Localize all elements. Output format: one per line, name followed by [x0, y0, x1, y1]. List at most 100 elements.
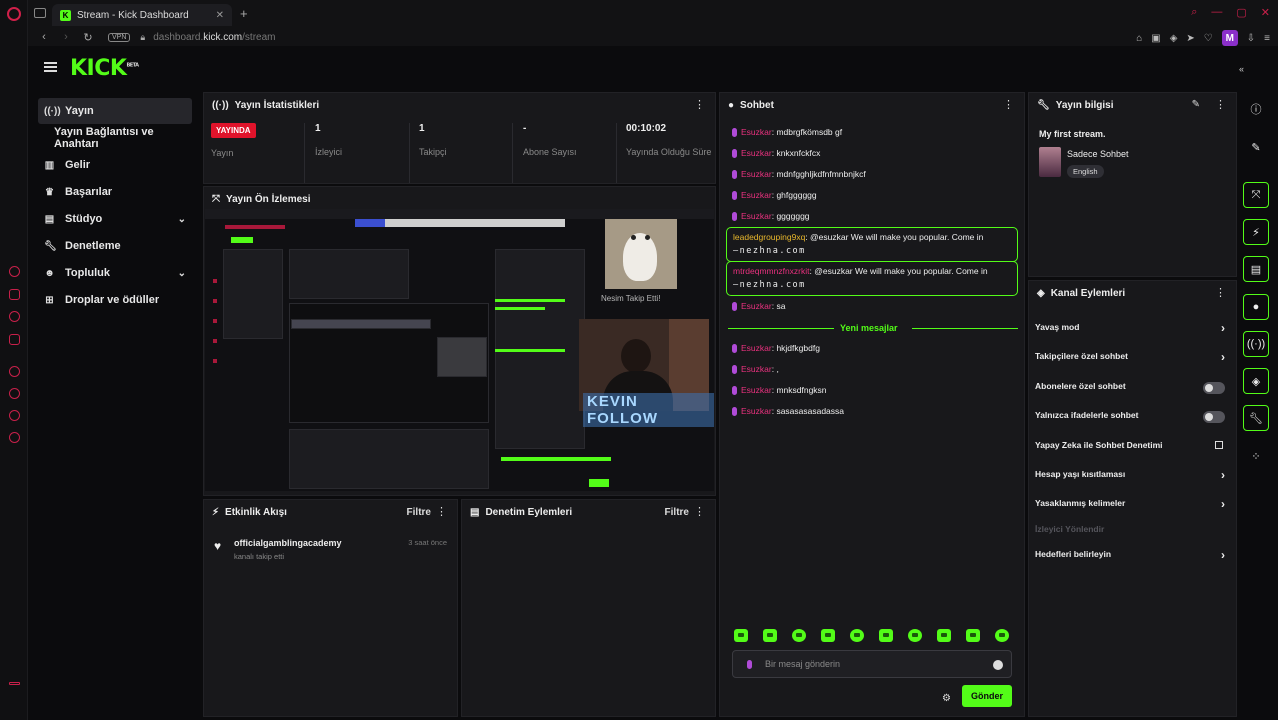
lock-icon[interactable]: 🔒︎ [140, 32, 145, 43]
stats-toggle-icon[interactable]: ((·)) [1243, 331, 1269, 357]
send-icon[interactable]: ➤ [1186, 33, 1194, 44]
url-field[interactable]: dashboard.kick.com/stream [153, 32, 275, 43]
history-icon[interactable] [9, 366, 20, 377]
emote-icon[interactable] [908, 629, 922, 642]
back-icon[interactable]: ‹ [38, 31, 50, 43]
menu-icon[interactable]: ≡ [1264, 33, 1270, 44]
hamburger-menu-icon[interactable] [44, 62, 57, 72]
chat-settings-icon[interactable]: ⚙ [942, 693, 951, 704]
filter-button[interactable]: Filtre [407, 507, 431, 518]
clock-icon[interactable] [9, 388, 20, 399]
more-options-icon[interactable]: ⋮ [694, 505, 705, 518]
edit-icon[interactable]: ✎ [1192, 99, 1200, 110]
emote-icon[interactable] [879, 629, 893, 642]
close-window-icon[interactable]: ✕ [1261, 6, 1270, 19]
chat-username[interactable]: Esuzkar [741, 169, 772, 179]
chat-toggle-icon[interactable]: ● [1243, 294, 1269, 320]
chat-username[interactable]: Esuzkar [741, 385, 772, 395]
minimize-icon[interactable]: — [1211, 6, 1222, 19]
shield-icon[interactable]: ◈ [1170, 33, 1178, 44]
chat-username[interactable]: Esuzkar [741, 301, 772, 311]
action-ai-moderation[interactable]: Yapay Zeka ile Sohbet Denetimi [1035, 440, 1225, 454]
heart-icon[interactable]: ♡ [1204, 33, 1213, 44]
emote-icon[interactable] [937, 629, 951, 642]
action-set-goals[interactable]: Hedefleri belirleyin › [1035, 549, 1225, 563]
sidebar-item-topluluk[interactable]: ☻ Topluluk ⌄ [38, 260, 192, 286]
chat-link[interactable]: —nezhna.com [733, 246, 806, 256]
chat-username[interactable]: Esuzkar [741, 343, 772, 353]
emote-icon[interactable] [734, 629, 748, 642]
chat-username[interactable]: Esuzkar [741, 406, 772, 416]
settings-icon[interactable] [9, 432, 20, 443]
more-icon[interactable] [9, 682, 20, 685]
preview-toggle-icon[interactable]: ⤧ [1243, 182, 1269, 208]
sidebar-item-yayin[interactable]: ((·)) Yayın [38, 98, 192, 124]
feed-user[interactable]: officialgamblingacademy [234, 538, 342, 548]
sidebar-item-basarilar[interactable]: ♛ Başarılar [38, 179, 192, 205]
opera-logo-icon[interactable] [7, 7, 21, 21]
chat-link[interactable]: —nezhna.com [733, 280, 806, 290]
actions-toggle-icon[interactable]: ◈ [1243, 368, 1269, 394]
kick-logo[interactable]: KICKBETA [70, 56, 139, 81]
reload-icon[interactable]: ↻ [82, 31, 94, 44]
pin-icon[interactable]: ⌂ [1136, 33, 1142, 44]
whatsapp-icon[interactable] [9, 311, 20, 322]
subscribers-only-toggle[interactable] [1203, 382, 1225, 394]
filter-button[interactable]: Filtre [665, 507, 689, 518]
sidebar-item-stream-key[interactable]: Yayın Bağlantısı ve Anahtarı [38, 125, 192, 151]
more-options-icon[interactable]: ⋮ [436, 505, 447, 518]
collapse-icon[interactable]: « [1239, 64, 1244, 74]
add-widget-icon[interactable]: ⁘ [1243, 443, 1269, 469]
more-options-icon[interactable]: ⋮ [1215, 98, 1226, 111]
search-tabs-icon[interactable]: ⌕ [1191, 6, 1197, 19]
instagram-icon[interactable] [9, 289, 20, 300]
new-tab-button[interactable]: + [240, 6, 248, 21]
chat-username[interactable]: Esuzkar [741, 190, 772, 200]
emotes-only-toggle[interactable] [1203, 411, 1225, 423]
stream-preview-video[interactable]: Nesim Takip Etti! KEVIN FOLLOW [205, 209, 714, 491]
bookmarks-icon[interactable] [9, 410, 20, 421]
emoji-icon[interactable] [993, 660, 1003, 670]
emote-icon[interactable] [821, 629, 835, 642]
emote-icon[interactable] [995, 629, 1009, 642]
messenger-icon[interactable] [9, 266, 20, 277]
more-options-icon[interactable]: ⋮ [1003, 98, 1014, 111]
sidebar-item-denetleme[interactable]: 🔧︎ Denetleme [38, 233, 192, 259]
forward-icon[interactable]: › [60, 31, 72, 43]
action-banned-words[interactable]: Yasaklanmış kelimeler › [1035, 498, 1225, 512]
profile-avatar[interactable]: M [1221, 30, 1238, 46]
download-icon[interactable]: ⇩ [1247, 33, 1255, 44]
pencil-icon[interactable]: ✎ [1243, 134, 1269, 160]
tab-kick-dashboard[interactable]: K Stream - Kick Dashboard ✕ [52, 4, 232, 26]
close-tab-icon[interactable]: ✕ [216, 10, 224, 21]
chat-input[interactable]: Bir mesaj gönderin [732, 650, 1012, 678]
emote-icon[interactable] [966, 629, 980, 642]
chat-username[interactable]: Esuzkar [741, 364, 772, 374]
emote-icon[interactable] [792, 629, 806, 642]
snapshot-icon[interactable]: ▣ [1151, 33, 1160, 44]
moderation-toggle-icon[interactable]: ▤ [1243, 256, 1269, 282]
info-toggle-icon[interactable]: 🔧︎ [1243, 405, 1269, 431]
chat-username[interactable]: Esuzkar [741, 127, 772, 137]
action-followers-only[interactable]: Takipçilere özel sohbet › [1035, 351, 1225, 365]
emote-icon[interactable] [850, 629, 864, 642]
sidebar-item-gelir[interactable]: ▥ Gelir [38, 152, 192, 178]
music-icon[interactable] [9, 334, 20, 345]
chat-username[interactable]: Esuzkar [741, 211, 772, 221]
vpn-badge[interactable]: VPN [108, 32, 131, 42]
more-options-icon[interactable]: ⋮ [694, 98, 705, 111]
sidebar-item-studyo[interactable]: ▤ Stüdyo ⌄ [38, 206, 192, 232]
chat-username[interactable]: leadedgrouping9xq [733, 232, 805, 242]
chat-username[interactable]: Esuzkar [741, 148, 772, 158]
maximize-icon[interactable]: ▢ [1236, 6, 1246, 19]
stream-category[interactable]: Sadece Sohbet [1067, 149, 1129, 159]
more-options-icon[interactable]: ⋮ [1215, 286, 1226, 299]
activity-toggle-icon[interactable]: ⚡︎ [1243, 219, 1269, 245]
emote-icon[interactable] [763, 629, 777, 642]
action-account-age[interactable]: Hesap yaşı kısıtlaması › [1035, 469, 1225, 483]
send-button[interactable]: Gönder [962, 685, 1012, 707]
chat-username[interactable]: mtrdeqmmnzfnxzrkit [733, 266, 810, 276]
action-slow-mode[interactable]: Yavaş mod › [1035, 322, 1225, 336]
workspaces-icon[interactable] [34, 8, 46, 18]
sidebar-item-droplar[interactable]: ⊞ Droplar ve ödüller [38, 287, 192, 313]
